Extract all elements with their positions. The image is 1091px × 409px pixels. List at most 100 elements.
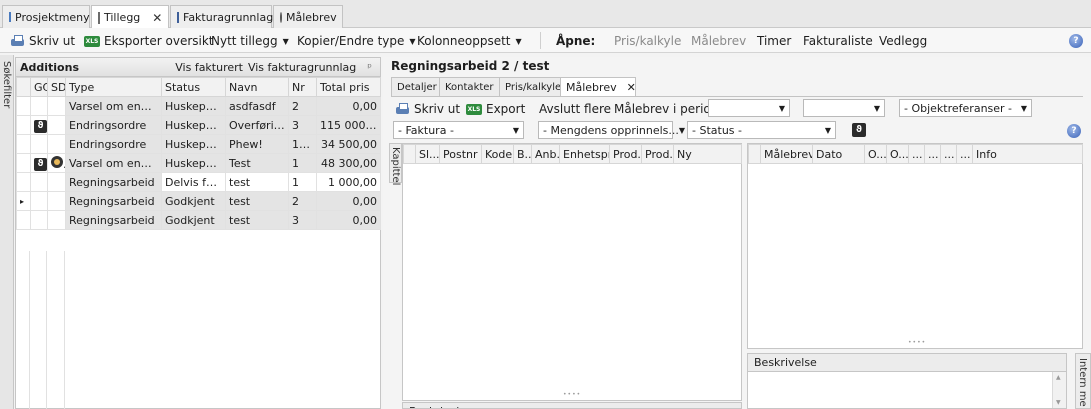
help-button[interactable]: ?	[1069, 32, 1083, 50]
chevron-down-icon: ▼	[824, 125, 831, 135]
new-addition-dropdown[interactable]: Nytt tillegg ▼	[211, 32, 289, 50]
column-header-prod-2[interactable]: Prod...	[641, 144, 674, 164]
column-header-prod-1[interactable]: Prod...	[609, 144, 642, 164]
letter-description-header: Beskrivelse	[748, 354, 1066, 372]
invoice-filter-select[interactable]: - Faktura - ▼	[393, 121, 524, 139]
type-cell: Regningsarbeid	[65, 191, 162, 211]
hours-button[interactable]: Timer	[757, 32, 791, 50]
total-cell: 1 000,00	[316, 172, 381, 192]
nr-cell: 3	[288, 210, 317, 230]
column-header-c2[interactable]: ...	[924, 144, 941, 164]
attachment-button[interactable]: Vedlegg	[879, 32, 927, 50]
measure-letter-button[interactable]: Målebrev	[691, 32, 746, 50]
column-header-nr[interactable]: Nr	[288, 77, 317, 97]
table-row[interactable]: ϑ Endringsordre Huskepunkt Overføring...…	[16, 115, 381, 135]
close-multiple-button[interactable]: Avslutt flere	[539, 100, 611, 118]
chapter-handle[interactable]: Kapittel	[389, 143, 402, 185]
chevron-down-icon: ▼	[282, 36, 289, 46]
column-header-c3[interactable]: ...	[940, 144, 957, 164]
detail-export-button[interactable]: XLS Export	[466, 100, 525, 118]
column-header-dato[interactable]: Dato	[812, 144, 865, 164]
detail-toolbar: Skriv ut XLS Export Avslutt flere Målebr…	[391, 98, 1083, 120]
pin-icon[interactable]: ᵖ	[367, 61, 372, 74]
tab-prosjektmeny[interactable]: Prosjektmeny	[2, 5, 90, 28]
help-icon[interactable]: ?	[1067, 124, 1081, 138]
column-header-sl[interactable]: Sl...	[415, 144, 440, 164]
internal-note-handle[interactable]: Intern me	[1075, 353, 1091, 409]
column-header-b[interactable]: B...	[513, 144, 532, 164]
gc-cell: ϑ	[30, 153, 48, 173]
tab-fakturagrunnlag[interactable]: Fakturagrunnlag	[170, 5, 273, 28]
table-header-row: GC SD Type Status Navn Nr Total pris	[16, 77, 381, 97]
search-filter-handle[interactable]: Søkefilter	[0, 55, 14, 409]
column-header-status[interactable]: Status	[161, 77, 226, 97]
close-icon[interactable]: ✕	[152, 11, 162, 25]
show-invoice-basis-toggle[interactable]: Vis fakturagrunnlag	[248, 61, 356, 74]
row-marker	[16, 210, 31, 230]
scroll-up-icon[interactable]: ▲	[1056, 374, 1061, 381]
table-row[interactable]: ϑ Varsel om endring Huskepunkt Test 1 48…	[16, 153, 381, 173]
column-header-type[interactable]: Type	[65, 77, 162, 97]
column-header-c1[interactable]: ...	[908, 144, 925, 164]
object-reference-value: - Objektreferanser -	[904, 101, 1013, 115]
sd-cell	[47, 115, 66, 135]
print-button[interactable]: Skriv ut	[10, 32, 75, 50]
column-header-c4[interactable]: ...	[956, 144, 973, 164]
period-to-select[interactable]: ▼	[803, 99, 885, 117]
subtab-detaljer[interactable]: Detaljer	[391, 77, 443, 96]
column-header-anb[interactable]: Anb...	[531, 144, 560, 164]
table-row[interactable]: ▸ Regningsarbeid Godkjent test 2 0,00	[16, 191, 381, 211]
period-from-select[interactable]: ▼	[708, 99, 790, 117]
chevron-down-icon: ▼	[409, 36, 416, 46]
status-cell: Huskepunkt	[161, 115, 226, 135]
column-header-postnr[interactable]: Postnr ▲	[439, 144, 482, 164]
show-invoiced-toggle[interactable]: Vis fakturert	[175, 61, 243, 74]
table-row[interactable]: Regningsarbeid Godkjent test 3 0,00	[16, 210, 381, 230]
subtab-kontakter[interactable]: Kontakter	[439, 77, 500, 96]
subtab-malebrev[interactable]: Målebrev ✕	[560, 77, 636, 97]
column-header-malebrev[interactable]: Målebrev	[760, 144, 813, 164]
column-header-enhetspris[interactable]: Enhetspris	[559, 144, 610, 164]
table-row[interactable]: Regningsarbeid Delvis faktu... test 1 1 …	[16, 172, 381, 192]
status-filter-value: - Status -	[692, 123, 742, 137]
table-row[interactable]: Endringsordre Huskepunkt Phew! 1-r... 34…	[16, 134, 381, 154]
object-reference-select[interactable]: - Objektreferanser - ▼	[899, 99, 1032, 117]
close-icon[interactable]: ✕	[627, 81, 636, 94]
excel-icon: XLS	[84, 35, 100, 47]
vertical-scrollbar[interactable]: ▲ ▼	[1052, 372, 1066, 408]
tab-tillegg[interactable]: Tillegg ✕	[91, 5, 169, 29]
guarantee-filter-icon[interactable]: ϑ	[852, 123, 866, 137]
column-header-o2[interactable]: O...	[886, 144, 909, 164]
subtab-pris-kalkyle[interactable]: Pris/kalkyle	[499, 77, 568, 96]
detail-print-button[interactable]: Skriv ut	[395, 100, 460, 118]
additions-title: Additions	[20, 60, 79, 74]
splitter-grip[interactable]: ••••	[563, 391, 581, 398]
total-cell: 34 500,00	[316, 134, 381, 154]
splitter-grip[interactable]: ••••	[908, 339, 926, 346]
detail-print-label: Skriv ut	[414, 102, 461, 116]
column-header-ny[interactable]: Ny	[673, 144, 742, 164]
export-overview-button[interactable]: XLS Eksporter oversikt	[84, 32, 214, 50]
column-header-kode[interactable]: Kode	[481, 144, 514, 164]
print-label: Skriv ut	[29, 34, 76, 48]
scroll-down-icon[interactable]: ▼	[1056, 399, 1061, 406]
column-header-total[interactable]: Total pris	[316, 77, 381, 97]
new-addition-label: Nytt tillegg	[211, 34, 278, 48]
table-row[interactable]: Varsel om endring Huskepunkt asdfasdf 2 …	[16, 96, 381, 116]
column-header-name[interactable]: Navn	[225, 77, 289, 97]
quantity-origin-select[interactable]: - Mengdens opprinnels... ▼	[538, 121, 685, 139]
status-filter-select[interactable]: - Status - ▼	[687, 121, 836, 139]
price-calc-button[interactable]: Pris/kalkyle	[614, 32, 681, 50]
tab-malebrev[interactable]: Målebrev	[273, 5, 343, 28]
copy-change-type-dropdown[interactable]: Kopier/Endre type ▼	[297, 32, 416, 50]
column-header-gc[interactable]: GC	[30, 77, 48, 97]
column-header-o1[interactable]: O...	[864, 144, 887, 164]
measure-items-table: Sl... Postnr ▲ Kode B... Anb... Enhetspr…	[403, 144, 742, 164]
column-header-sd[interactable]: SD	[47, 77, 66, 97]
invoice-list-button[interactable]: Fakturaliste	[803, 32, 873, 50]
status-cell: Godkjent	[161, 191, 226, 211]
column-setup-dropdown[interactable]: Kolonneoppsett ▼	[417, 32, 522, 50]
row-marker	[16, 172, 31, 192]
tab-label: Tillegg	[104, 11, 141, 24]
column-header-info[interactable]: Info	[972, 144, 1083, 164]
